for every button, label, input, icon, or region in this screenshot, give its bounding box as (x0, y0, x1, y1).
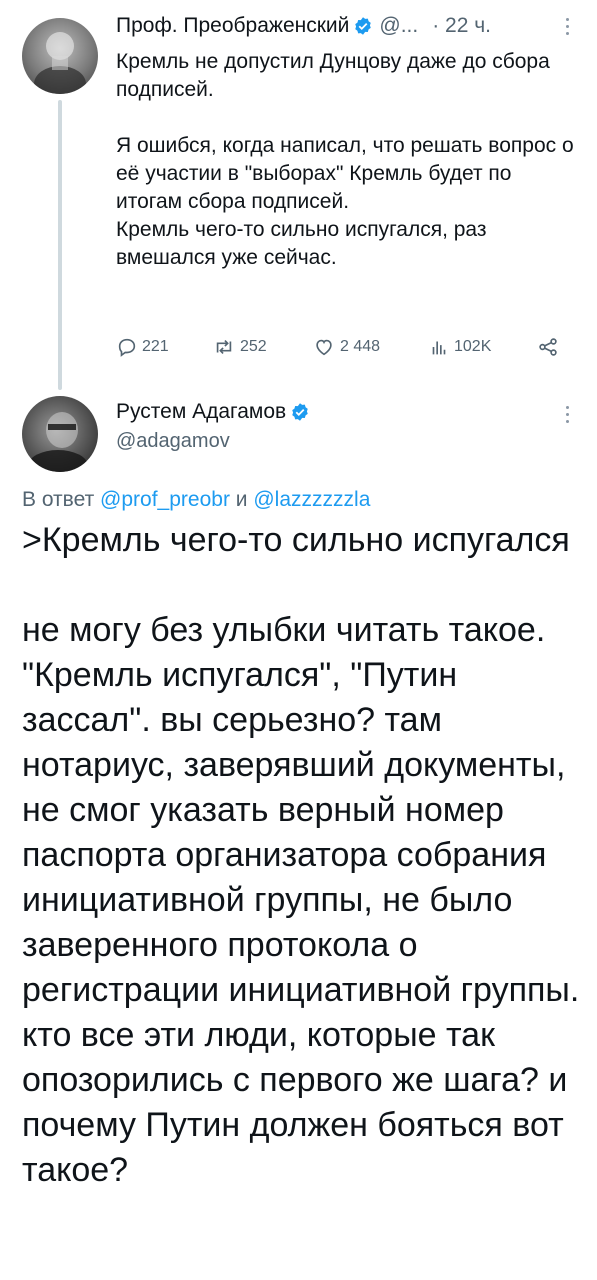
reply-count: 221 (142, 338, 169, 355)
views-button[interactable]: 102K (428, 334, 491, 360)
reply-prefix: В ответ (22, 488, 95, 511)
author-handle[interactable]: @adagamov (116, 430, 230, 453)
retweet-count: 252 (240, 338, 267, 355)
author-avatar[interactable] (22, 18, 98, 94)
like-button[interactable]: 2 448 (312, 334, 380, 360)
views-count: 102K (454, 338, 492, 355)
mention-link[interactable]: @lazzzzzzla (253, 488, 370, 511)
verified-badge-icon (292, 403, 308, 421)
verified-badge-icon (355, 17, 372, 35)
more-vertical-icon[interactable] (564, 18, 570, 35)
author-name-row: Рустем Адагамов (116, 400, 316, 424)
replying-to: В ответ @prof_preobr и @lazzzzzzla (22, 488, 370, 512)
avatar-photo-icon (34, 32, 86, 94)
avatar-photo-icon (28, 412, 88, 472)
mention-link[interactable]: @prof_preobr (100, 488, 230, 511)
reply-button[interactable]: 221 (116, 334, 169, 360)
reply-and: и (235, 488, 248, 511)
author-avatar[interactable] (22, 396, 98, 472)
tweet-header: Проф. Преображенский @... · 22 ч. (116, 12, 576, 40)
thread-connector (58, 100, 62, 390)
reply-icon (118, 338, 136, 357)
author-name[interactable]: Проф. Преображенский (116, 14, 349, 38)
tweet-actions: 221 252 2 448 102K (116, 334, 566, 360)
like-count: 2 448 (340, 338, 381, 355)
retweet-icon (216, 339, 232, 355)
heart-icon (316, 339, 332, 356)
author-handle[interactable]: @... (379, 14, 418, 38)
author-name[interactable]: Рустем Адагамов (116, 400, 286, 424)
more-vertical-icon[interactable] (564, 406, 570, 423)
views-bar-chart-icon (432, 341, 446, 355)
share-button[interactable] (536, 334, 564, 360)
share-icon (539, 338, 557, 356)
tweet-text: >Кремль чего-то сильно испугался не могу… (22, 521, 580, 1189)
tweet-timestamp[interactable]: · 22 ч. (432, 14, 491, 38)
tweet-text: Кремль не допустил Дунцову даже до сбора… (116, 50, 574, 269)
retweet-button[interactable]: 252 (212, 334, 267, 360)
